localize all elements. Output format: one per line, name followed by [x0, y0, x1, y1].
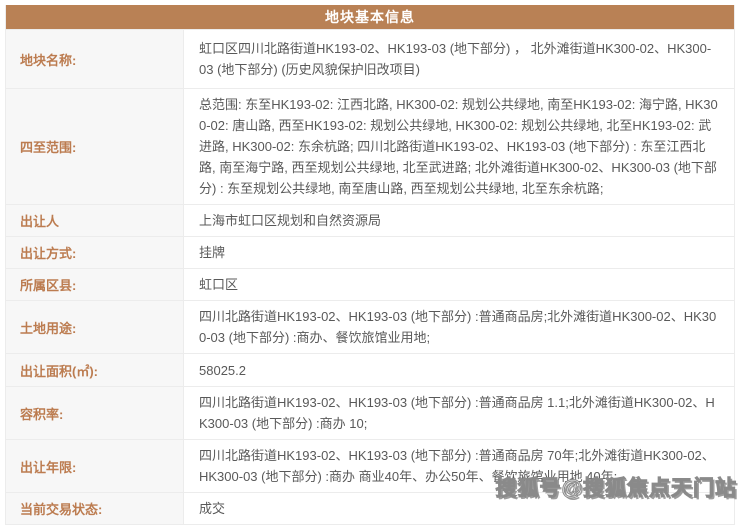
table-row-transfer-area: 出让面积(㎡): 58025.2	[6, 353, 734, 386]
row-value-text: 58025.2	[199, 360, 246, 381]
row-value: 虹口区	[184, 269, 734, 300]
table-row-district: 所属区县: 虹口区	[6, 268, 734, 300]
row-label: 地块名称:	[6, 30, 184, 88]
row-value-text: 四川北路街道HK193-02、HK193-03 (地下部分) :普通商品房 1.…	[199, 392, 718, 434]
row-label: 四至范围:	[6, 89, 184, 204]
row-value: 虹口区四川北路街道HK193-02、HK193-03 (地下部分) ， 北外滩街…	[184, 30, 734, 88]
row-label: 出让人	[6, 205, 184, 236]
row-label: 所属区县:	[6, 269, 184, 300]
row-value-text: 成交	[199, 498, 225, 519]
row-value: 四川北路街道HK193-02、HK193-03 (地下部分) :普通商品房 1.…	[184, 387, 734, 439]
row-label: 土地用途:	[6, 301, 184, 353]
row-label: 出让方式:	[6, 237, 184, 268]
row-value: 挂牌	[184, 237, 734, 268]
row-value: 四川北路街道HK193-02、HK193-03 (地下部分) :普通商品房;北外…	[184, 301, 734, 353]
table-row-plot-ratio: 容积率: 四川北路街道HK193-02、HK193-03 (地下部分) :普通商…	[6, 386, 734, 439]
row-label: 容积率:	[6, 387, 184, 439]
table-title: 地块基本信息	[6, 5, 734, 29]
table-row-transfer-method: 出让方式: 挂牌	[6, 236, 734, 268]
sohu-watermark: 搜狐号@搜狐焦点天门站	[496, 472, 737, 502]
row-value-text: 总范围: 东至HK193-02: 江西北路, HK300-02: 规划公共绿地,…	[199, 94, 718, 199]
row-label: 出让年限:	[6, 440, 184, 492]
row-value-text: 挂牌	[199, 242, 225, 263]
row-value-text: 虹口区	[199, 274, 238, 295]
table-row-land-use: 土地用途: 四川北路街道HK193-02、HK193-03 (地下部分) :普通…	[6, 300, 734, 353]
row-value-text: 上海市虹口区规划和自然资源局	[199, 210, 381, 231]
row-value: 总范围: 东至HK193-02: 江西北路, HK300-02: 规划公共绿地,…	[184, 89, 734, 204]
row-value: 上海市虹口区规划和自然资源局	[184, 205, 734, 236]
land-basic-info-table: 地块基本信息 地块名称: 虹口区四川北路街道HK193-02、HK193-03 …	[5, 5, 735, 525]
row-label: 当前交易状态:	[6, 493, 184, 524]
table-row-transferor: 出让人 上海市虹口区规划和自然资源局	[6, 204, 734, 236]
row-value-text: 四川北路街道HK193-02、HK193-03 (地下部分) :普通商品房;北外…	[199, 306, 718, 348]
row-value: 58025.2	[184, 354, 734, 386]
table-row-parcel-name: 地块名称: 虹口区四川北路街道HK193-02、HK193-03 (地下部分) …	[6, 29, 734, 88]
table-row-boundaries: 四至范围: 总范围: 东至HK193-02: 江西北路, HK300-02: 规…	[6, 88, 734, 204]
row-label: 出让面积(㎡):	[6, 354, 184, 386]
row-value-text: 虹口区四川北路街道HK193-02、HK193-03 (地下部分) ， 北外滩街…	[199, 38, 718, 80]
